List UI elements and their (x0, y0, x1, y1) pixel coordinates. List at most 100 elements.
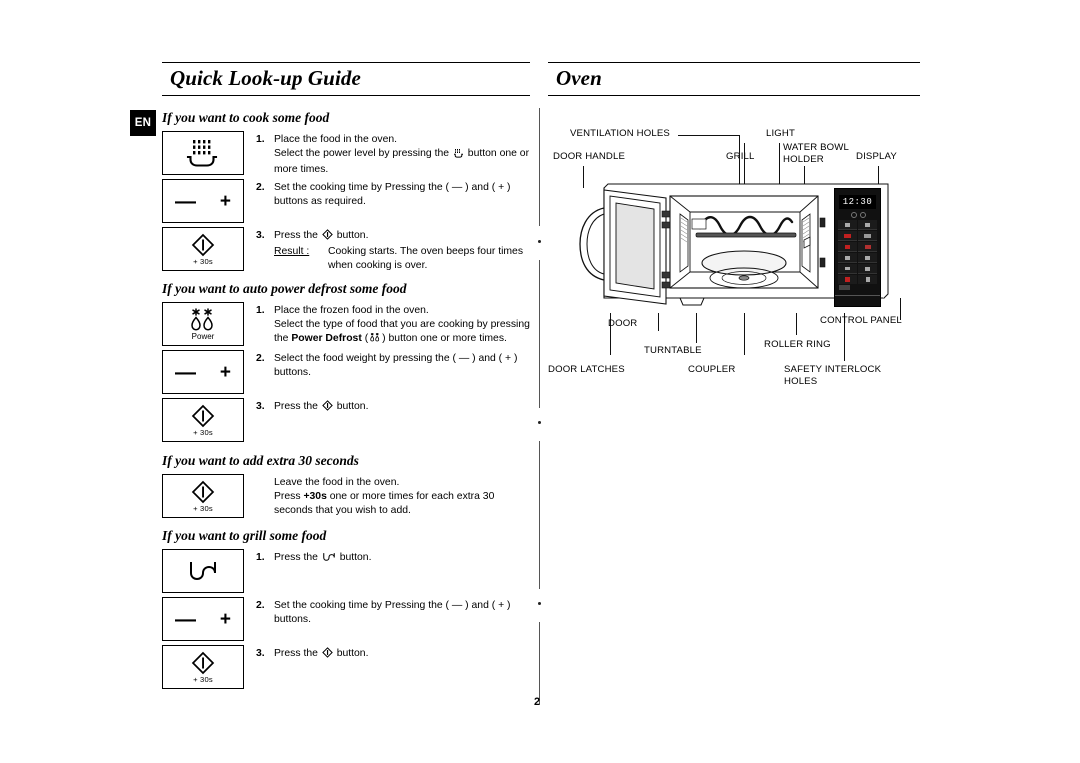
leader-line (696, 313, 697, 343)
panel-button-menu-2[interactable] (858, 242, 877, 252)
step-text: 2. Set the cooking time by Pressing the … (256, 597, 534, 626)
section-grill-heading: If you want to grill some food (162, 528, 327, 543)
step-text: 3. Press the button. (256, 645, 368, 663)
page-number: 2 (534, 696, 541, 708)
minus-plus-glyph: — + (163, 598, 243, 640)
step-line: Leave the food in the oven. (274, 477, 400, 489)
plus30s-bold-label: +30s (303, 490, 327, 502)
label-roller-ring: ROLLER RING (764, 339, 831, 350)
start-glyph: + 30s (191, 651, 215, 684)
manual-page: Quick Look-up Guide EN If you want to co… (0, 0, 1080, 763)
power-level-inline-icon (453, 148, 464, 163)
panel-button-menu-4[interactable] (858, 253, 877, 263)
result-label: Result : (274, 245, 310, 257)
step-line: Select the power level by pressing the (274, 147, 450, 159)
label-line: HOLES (784, 375, 818, 387)
panel-button-auto-cook[interactable] (858, 231, 877, 241)
minus-plus-icon[interactable]: — + (162, 179, 244, 224)
indicator-icon (860, 212, 866, 218)
leader-line (796, 313, 797, 335)
right-column: Oven (548, 62, 920, 97)
step-text: 1. Place the food in the oven. Select th… (256, 131, 534, 176)
panel-button-minus[interactable] (838, 264, 857, 274)
step-text: 3. Press the button. (256, 398, 368, 416)
step-row: 1. Place the food in the oven. Select th… (162, 131, 534, 179)
control-panel[interactable]: 12:30 (834, 188, 881, 307)
minus-icon[interactable]: — (175, 362, 196, 383)
start-30s-icon[interactable]: + 30s (162, 398, 244, 443)
power-defrost-inline-icon (369, 332, 381, 348)
panel-button-plus[interactable] (858, 264, 877, 274)
leader-line (658, 313, 659, 331)
label-ventilation-holes: VENTILATION HOLES (570, 128, 670, 139)
step-line: Place the frozen food in the oven. (274, 305, 429, 317)
plus-icon[interactable]: + (220, 363, 231, 382)
step-text: 3. Press the button. Result : Cooking st… (256, 227, 534, 272)
label-line: WATER BOWL (783, 142, 849, 153)
start-30s-icon[interactable]: + 30s (162, 227, 244, 272)
step-body: Press the button. (274, 647, 368, 663)
panel-button-menu-1[interactable] (838, 242, 857, 252)
step-line: button one or more times. (388, 332, 507, 344)
step-number: 3. (256, 230, 265, 242)
minus-icon[interactable]: — (175, 609, 196, 630)
step-line: Press (274, 490, 301, 502)
step-line: button. (339, 552, 372, 564)
grill-inline-icon (322, 552, 336, 567)
panel-button-power[interactable] (838, 220, 857, 230)
minus-plus-icon[interactable]: — + (162, 350, 244, 395)
step-number: 3. (256, 401, 265, 413)
label-door-handle: DOOR HANDLE (553, 151, 626, 162)
step-line: Press the (274, 648, 318, 660)
start-icon-label: + 30s (193, 427, 213, 437)
step-number: 1. (256, 134, 265, 146)
panel-button-start[interactable] (858, 275, 877, 284)
panel-button-grid[interactable] (838, 220, 877, 284)
page-title: Quick Look-up Guide (170, 66, 361, 90)
start-diamond-icon (191, 404, 215, 428)
panel-button-grill[interactable] (858, 220, 877, 230)
step-line: button. (336, 230, 369, 242)
section-defrost: If you want to auto power defrost some f… (162, 281, 534, 446)
section-defrost-heading: If you want to auto power defrost some f… (162, 281, 407, 296)
step-body: Leave the food in the oven. Press +30s o… (274, 476, 534, 517)
panel-button-defrost[interactable] (838, 231, 857, 241)
plus-icon[interactable]: + (220, 192, 231, 211)
step-number: 2. (256, 353, 265, 365)
divider-dot (538, 421, 542, 425)
oven-diagram: VENTILATION HOLES DOOR HANDLE LIGHT GRIL… (548, 118, 928, 398)
step-body: Press the button. (274, 400, 368, 416)
start-inline-icon (322, 229, 333, 245)
leader-line (744, 313, 745, 355)
panel-button-menu-3[interactable] (838, 253, 857, 263)
snowflake-droplet-icon (191, 308, 213, 331)
step-number: 1. (256, 305, 265, 317)
divider-dot (538, 602, 542, 606)
start-30s-icon[interactable]: + 30s (162, 645, 244, 690)
panel-logo (839, 285, 850, 290)
grill-icon[interactable] (162, 549, 244, 594)
section-add-30-seconds: If you want to add extra 30 seconds + 30… (162, 453, 534, 522)
power-defrost-icon[interactable]: Power (162, 302, 244, 347)
start-30s-icon[interactable]: + 30s (162, 474, 244, 519)
step-line: Press the (274, 401, 318, 413)
step-line: Press the (274, 230, 318, 242)
step-row: + 30s Leave the food in the oven. Press … (162, 474, 534, 522)
paren-close: ) (382, 332, 386, 344)
label-display: DISPLAY (856, 151, 897, 162)
label-door-latches: DOOR LATCHES (548, 364, 625, 375)
left-column: Quick Look-up Guide (162, 62, 530, 97)
minus-plus-glyph: — + (163, 351, 243, 393)
minus-icon[interactable]: — (175, 191, 196, 212)
minus-plus-icon[interactable]: — + (162, 597, 244, 642)
step-text: 2. Set the cooking time by Pressing the … (256, 179, 534, 208)
power-defrost-glyph: Power (186, 307, 220, 341)
step-line: button. (336, 401, 369, 413)
panel-button-stop[interactable] (838, 275, 857, 284)
step-text: 1. Press the button. (256, 549, 371, 567)
step-text: Leave the food in the oven. Press +30s o… (256, 474, 534, 517)
step-row: + 30s 3. Press the button. (162, 398, 534, 446)
microwave-cook-icon[interactable] (162, 131, 244, 176)
plus-icon[interactable]: + (220, 610, 231, 629)
power-defrost-label: Power (191, 332, 215, 342)
